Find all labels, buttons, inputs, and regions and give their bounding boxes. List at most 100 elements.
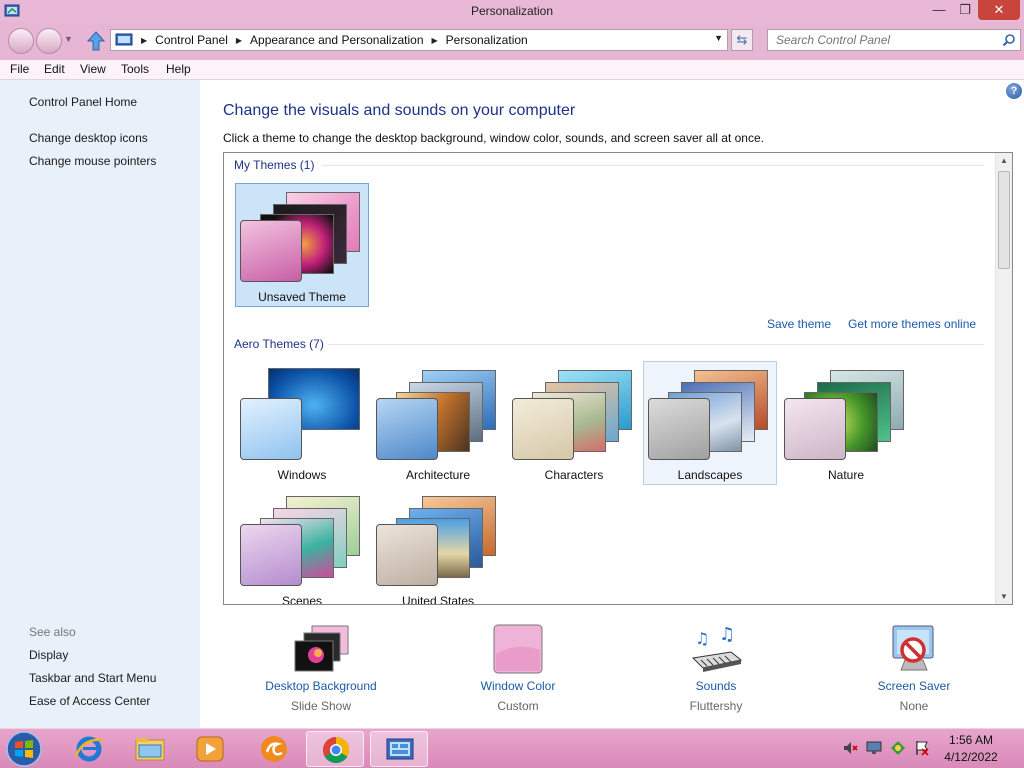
address-bar[interactable]: ▶ Control Panel ▶ Appearance and Persona…	[110, 29, 728, 51]
flag-icon[interactable]	[914, 740, 930, 756]
taskbar-control-panel[interactable]	[370, 731, 428, 767]
screen-saver-setting[interactable]: Screen Saver None	[824, 620, 1004, 720]
forward-button[interactable]	[36, 28, 62, 54]
theme-scenes[interactable]: Scenes	[235, 487, 369, 604]
search-icon[interactable]	[1002, 33, 1016, 47]
menu-edit[interactable]: Edit	[44, 62, 65, 76]
menu-view[interactable]: View	[80, 62, 106, 76]
internet-explorer-icon	[74, 736, 104, 762]
clock-date[interactable]: 4/12/2022	[941, 750, 1001, 764]
taskbar: 1:56 AM 4/12/2022	[0, 728, 1024, 768]
setting-value: Fluttershy	[689, 699, 743, 713]
window-color-setting[interactable]: Window Color Custom	[428, 620, 608, 720]
theme-nature[interactable]: Nature	[779, 361, 913, 485]
sidebar-link-change-mouse-pointers[interactable]: Change mouse pointers	[29, 154, 156, 168]
scroll-down-arrow-icon[interactable]: ▼	[1000, 592, 1008, 601]
theme-label: United States	[401, 594, 475, 605]
setting-label[interactable]: Window Color	[428, 679, 608, 693]
get-more-themes-link[interactable]: Get more themes online	[848, 317, 976, 331]
minimize-button[interactable]: —	[926, 0, 952, 20]
navigation-bar: ▼ ▶ Control Panel ▶ Appearance and Perso…	[0, 22, 1024, 60]
theme-landscapes[interactable]: Landscapes	[643, 361, 777, 485]
clock-time[interactable]: 1:56 AM	[946, 733, 996, 747]
theme-characters[interactable]: Characters	[507, 361, 641, 485]
setting-label[interactable]: Desktop Background	[231, 679, 411, 693]
theme-label: Nature	[827, 468, 865, 482]
control-panel-icon	[386, 738, 414, 760]
theme-thumbnail	[784, 366, 910, 462]
theme-thumbnail	[240, 366, 366, 462]
main-content: ? Change the visuals and sounds on your …	[200, 80, 1024, 728]
chevron-right-icon[interactable]: ▶	[432, 36, 438, 45]
setting-value: Slide Show	[290, 699, 352, 713]
chevron-right-icon[interactable]: ▶	[236, 36, 242, 45]
theme-thumbnail	[240, 188, 366, 284]
setting-label[interactable]: Sounds	[626, 679, 806, 693]
close-button[interactable]: ✕	[978, 0, 1020, 20]
screen-saver-icon[interactable]	[883, 624, 945, 676]
menu-file[interactable]: File	[10, 62, 29, 76]
file-explorer-icon	[135, 738, 165, 761]
address-dropdown-icon[interactable]: ▼	[714, 33, 723, 43]
refresh-button[interactable]: ⇆	[731, 29, 753, 51]
sidebar-link-taskbar[interactable]: Taskbar and Start Menu	[29, 671, 156, 685]
up-arrow-icon[interactable]	[86, 30, 106, 52]
page-title: Change the visuals and sounds on your co…	[223, 102, 576, 119]
window-color-icon[interactable]	[487, 624, 549, 676]
taskbar-internet-explorer[interactable]	[60, 731, 118, 767]
search-box[interactable]	[767, 29, 1021, 51]
taskbar-media-player[interactable]	[181, 731, 239, 767]
theme-label: Architecture	[405, 468, 471, 482]
volume-muted-icon[interactable]	[842, 740, 858, 756]
chevron-right-icon: ▶	[141, 35, 148, 45]
sidebar-link-display[interactable]: Display	[29, 648, 68, 662]
theme-united-states[interactable]: United States	[371, 487, 505, 605]
theme-windows[interactable]: Windows	[235, 361, 369, 485]
network-icon[interactable]	[866, 740, 882, 756]
back-button[interactable]	[8, 28, 34, 54]
svg-text:♫: ♫	[695, 629, 709, 648]
page-subtitle: Click a theme to change the desktop back…	[223, 131, 764, 145]
chrome-icon	[322, 736, 350, 764]
sidebar-link-change-desktop-icons[interactable]: Change desktop icons	[29, 131, 148, 145]
search-input[interactable]	[768, 30, 998, 50]
see-also-heading: See also	[29, 625, 76, 639]
taskbar-chrome[interactable]	[306, 731, 364, 767]
theme-list[interactable]: My Themes (1) Unsaved Theme Save theme G…	[223, 152, 1013, 605]
menu-help[interactable]: Help	[166, 62, 191, 76]
uc-browser-icon	[261, 736, 287, 762]
recent-pages-dropdown-icon[interactable]: ▼	[64, 34, 73, 44]
breadcrumb-control-panel[interactable]: Control Panel	[155, 33, 228, 47]
taskbar-uc-browser[interactable]	[245, 731, 303, 767]
theme-thumbnail	[240, 492, 366, 588]
sounds-setting[interactable]: ♫ ♫ Sounds Fluttershy	[626, 620, 806, 720]
help-icon[interactable]: ?	[1006, 83, 1022, 99]
desktop-background-setting[interactable]: Desktop Background Slide Show	[231, 620, 411, 720]
sidebar-link-ease-of-access[interactable]: Ease of Access Center	[29, 694, 150, 708]
breadcrumb-personalization[interactable]: Personalization	[446, 33, 528, 47]
sidebar-link-control-panel-home[interactable]: Control Panel Home	[29, 95, 137, 109]
theme-architecture[interactable]: Architecture	[371, 361, 505, 485]
setting-label[interactable]: Screen Saver	[824, 679, 1004, 693]
setting-value: Custom	[497, 699, 539, 713]
action-center-icon[interactable]	[890, 740, 906, 756]
theme-label: Windows	[277, 468, 327, 482]
scroll-up-arrow-icon[interactable]: ▲	[1000, 156, 1008, 165]
control-panel-icon	[115, 33, 133, 46]
desktop-background-icon[interactable]	[290, 624, 352, 676]
taskbar-file-explorer[interactable]	[121, 731, 179, 767]
menu-tools[interactable]: Tools	[121, 62, 149, 76]
scrollbar-thumb[interactable]	[998, 171, 1010, 269]
start-button-windows-icon[interactable]	[4, 730, 44, 768]
group-header-my-themes: My Themes (1)	[234, 158, 315, 172]
theme-label: Unsaved Theme	[258, 290, 346, 304]
theme-label: Characters	[544, 468, 604, 482]
maximize-button[interactable]: ❐	[952, 0, 978, 20]
theme-thumbnail	[648, 366, 774, 462]
breadcrumb-appearance[interactable]: Appearance and Personalization	[250, 33, 423, 47]
vertical-scrollbar[interactable]: ▲ ▼	[995, 153, 1012, 604]
save-theme-link[interactable]: Save theme	[767, 317, 831, 331]
sounds-icon[interactable]: ♫ ♫	[685, 624, 747, 676]
window-title: Personalization	[470, 4, 554, 18]
theme-unsaved-theme[interactable]: Unsaved Theme	[235, 183, 369, 307]
